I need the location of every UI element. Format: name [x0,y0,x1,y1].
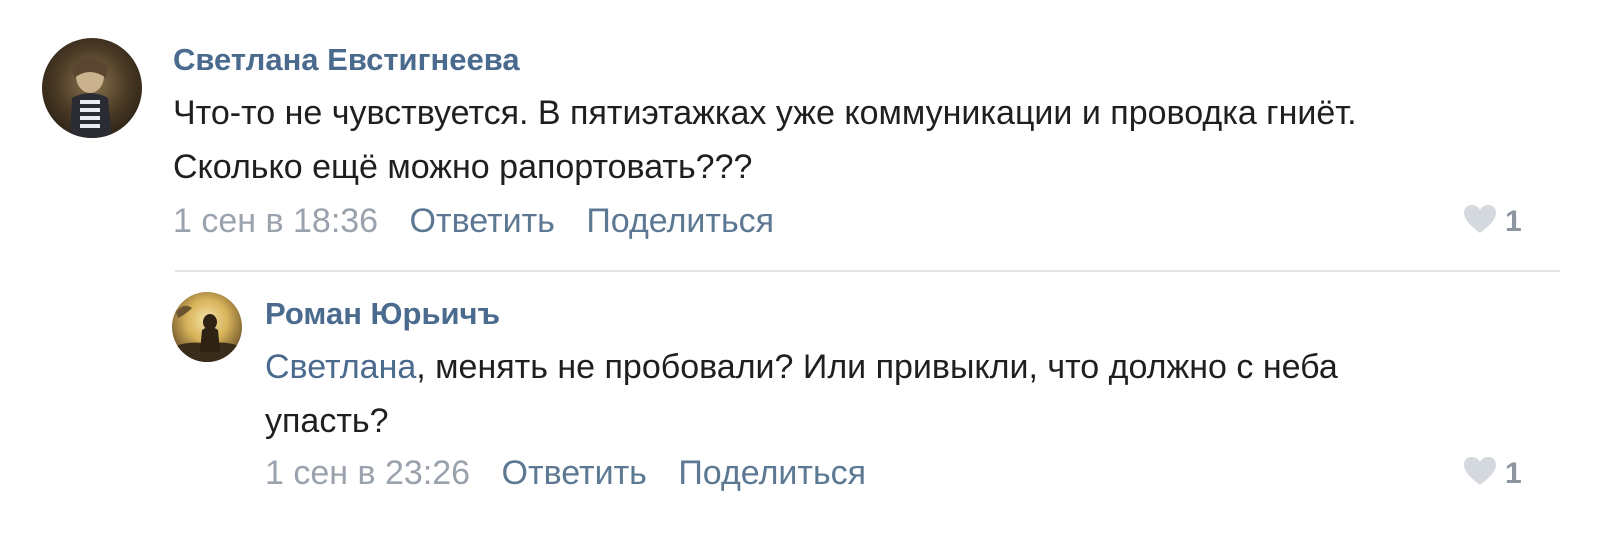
comments-page: Светлана Евстигнеева Что-то не чувствует… [0,0,1600,535]
comment-text-line: Сколько ещё можно рапортовать??? [173,148,753,186]
avatar-image [172,292,242,362]
like-count: 1 [1505,456,1522,490]
comment-meta: 1 сен в 23:26 Ответить Поделиться [265,454,866,493]
comment-date[interactable]: 1 сен в 23:26 [265,454,470,492]
comment-author[interactable]: Светлана Евстигнеева [173,42,520,78]
comment-text-line: Что-то не чувствуется. В пятиэтажках уже… [173,94,1357,132]
comment-text: Светлана, менять не пробовали? Или привы… [265,340,1565,448]
comment-reply: Роман Юрьичъ Светлана, менять не пробова… [0,272,1600,535]
share-link[interactable]: Поделиться [678,454,866,492]
avatar-image [42,38,142,138]
comment-text: Что-то не чувствуется. В пятиэтажках уже… [173,86,1573,194]
like-count: 1 [1505,204,1522,238]
like-button[interactable]: 1 [1463,456,1522,491]
comment-text-line: упасть? [265,402,389,440]
avatar[interactable] [172,292,242,362]
reply-link[interactable]: Ответить [410,202,555,240]
like-button[interactable]: 1 [1463,204,1522,239]
share-link[interactable]: Поделиться [586,202,774,240]
comment-text-line: Светлана, менять не пробовали? Или привы… [265,340,1565,394]
comment-text-rest: , менять не пробовали? Или привыкли, что… [416,348,1338,386]
avatar[interactable] [42,38,142,138]
reply-link[interactable]: Ответить [502,454,647,492]
comment-date[interactable]: 1 сен в 18:36 [173,202,378,240]
comment: Светлана Евстигнеева Что-то не чувствует… [0,0,1600,270]
comment-author[interactable]: Роман Юрьичъ [265,296,500,332]
comment-meta: 1 сен в 18:36 Ответить Поделиться [173,202,774,241]
heart-icon [1463,456,1497,491]
mention-link[interactable]: Светлана [265,348,416,386]
heart-icon [1463,204,1497,239]
